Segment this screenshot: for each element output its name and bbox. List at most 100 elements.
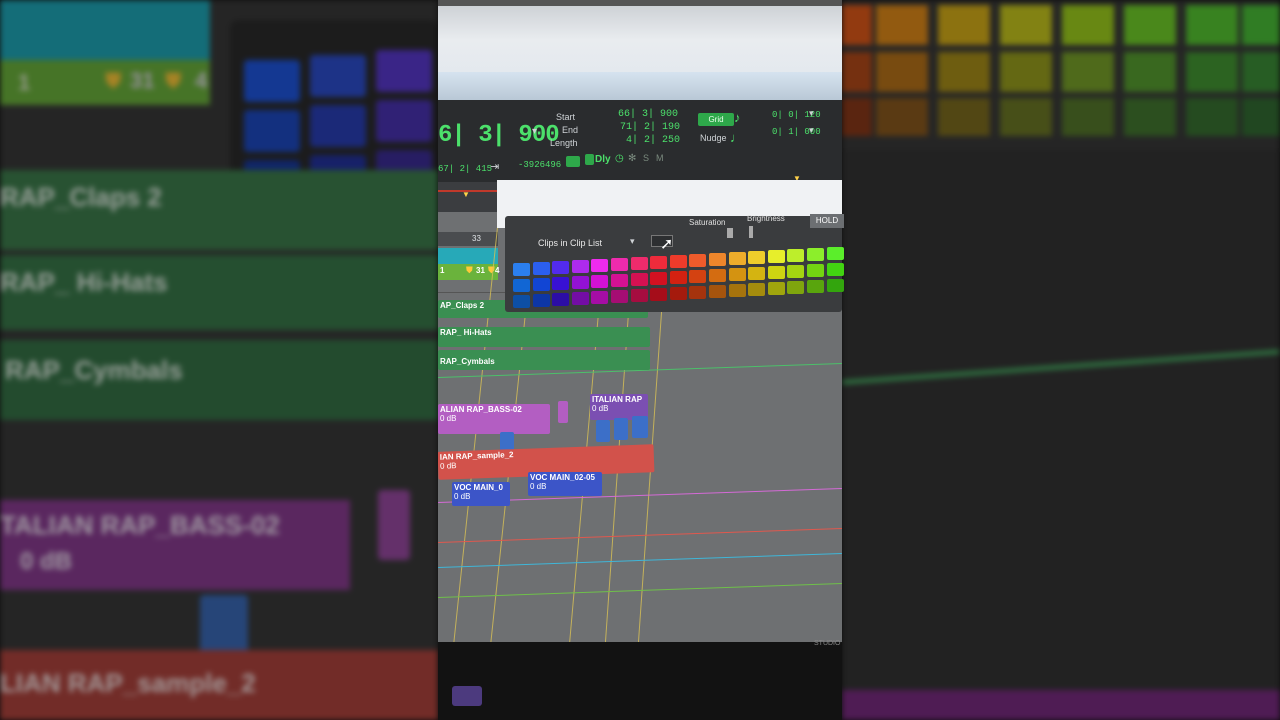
color-swatch[interactable] bbox=[591, 275, 609, 288]
clock-icon[interactable]: ◷ bbox=[615, 153, 624, 164]
marker-icon[interactable]: ▼ bbox=[462, 190, 470, 199]
counter-panel: 6| 3| 900 ▾ 67| 2| 415 ⇥ -3926496 Start … bbox=[438, 100, 842, 182]
sub-counter: 67| 2| 415 bbox=[438, 164, 493, 174]
studio-label: STUDIO bbox=[814, 640, 841, 647]
brightness-slider[interactable] bbox=[749, 226, 753, 238]
color-swatch[interactable] bbox=[611, 274, 628, 287]
color-swatch[interactable] bbox=[650, 272, 668, 285]
color-swatch[interactable] bbox=[787, 249, 805, 262]
grid-button[interactable]: Grid bbox=[698, 113, 734, 126]
end-value[interactable]: 71| 2| 190 bbox=[620, 122, 680, 133]
daw-screen: 6| 3| 900 ▾ 67| 2| 415 ⇥ -3926496 Start … bbox=[438, 0, 842, 720]
end-label: End bbox=[562, 125, 579, 135]
color-swatch[interactable] bbox=[728, 252, 746, 265]
color-swatch[interactable] bbox=[826, 279, 844, 292]
color-swatch[interactable] bbox=[630, 289, 648, 302]
gear-icon[interactable]: ✻ bbox=[628, 153, 636, 164]
color-swatch[interactable] bbox=[709, 285, 726, 298]
color-swatch[interactable] bbox=[807, 264, 824, 277]
color-swatch[interactable] bbox=[767, 250, 785, 263]
color-swatch[interactable] bbox=[807, 280, 824, 293]
color-swatch[interactable] bbox=[709, 253, 726, 266]
pre-roll-icon[interactable] bbox=[585, 154, 594, 165]
color-swatch[interactable] bbox=[787, 265, 805, 278]
color-swatch[interactable] bbox=[552, 277, 570, 290]
color-swatch[interactable] bbox=[689, 254, 707, 267]
clip-blue-small[interactable] bbox=[632, 416, 648, 438]
chevron-down-icon[interactable]: ▾ bbox=[809, 108, 814, 119]
color-swatch[interactable] bbox=[650, 256, 668, 269]
color-swatch[interactable] bbox=[767, 282, 785, 295]
clip-voc-main-0[interactable]: VOC MAIN_0 0 dB bbox=[452, 482, 510, 506]
color-swatch[interactable] bbox=[748, 251, 766, 264]
color-swatch[interactable] bbox=[552, 261, 570, 274]
bottom-bar: STUDIO bbox=[438, 640, 842, 720]
color-swatch[interactable] bbox=[571, 292, 589, 305]
color-swatch[interactable] bbox=[787, 281, 805, 294]
hold-button[interactable]: HOLD bbox=[810, 214, 844, 228]
color-swatch[interactable] bbox=[532, 278, 550, 291]
saturation-slider[interactable] bbox=[727, 228, 733, 238]
dly-label[interactable]: Dly bbox=[595, 154, 611, 165]
length-value[interactable]: 4| 2| 250 bbox=[626, 135, 680, 146]
color-swatch[interactable] bbox=[669, 255, 687, 268]
color-swatch[interactable] bbox=[532, 294, 550, 307]
right-zoomed-background bbox=[842, 0, 1280, 720]
brightness-label: Brightness bbox=[747, 214, 785, 223]
clip-bass-small[interactable] bbox=[558, 401, 568, 423]
chevron-down-icon[interactable]: ▾ bbox=[532, 126, 537, 137]
clip-blue-small[interactable] bbox=[596, 420, 610, 442]
color-swatch[interactable] bbox=[532, 262, 550, 275]
note-icon: ♩ bbox=[730, 130, 743, 145]
clip-blue-small[interactable] bbox=[614, 418, 628, 440]
color-swatch[interactable] bbox=[748, 283, 766, 296]
solo-button[interactable]: S bbox=[643, 153, 649, 163]
color-swatch[interactable] bbox=[591, 291, 609, 304]
color-swatch[interactable] bbox=[571, 260, 589, 273]
mute-button[interactable]: M bbox=[656, 153, 664, 163]
color-swatch[interactable] bbox=[611, 290, 628, 303]
chevron-down-icon[interactable]: ▾ bbox=[809, 125, 814, 136]
clip-bass[interactable]: ALIAN RAP_BASS-02 0 dB bbox=[438, 404, 550, 434]
color-swatch[interactable] bbox=[826, 247, 844, 260]
sample-readout: -3926496 bbox=[518, 160, 562, 170]
color-swatch[interactable] bbox=[728, 284, 746, 297]
saturation-label: Saturation bbox=[689, 218, 726, 227]
color-swatch[interactable] bbox=[630, 257, 648, 270]
color-swatch[interactable] bbox=[689, 286, 707, 299]
clip-voc-main-02[interactable]: VOC MAIN_02-05 0 dB bbox=[528, 472, 602, 496]
color-swatch[interactable] bbox=[807, 248, 824, 261]
nudge-label[interactable]: Nudge bbox=[700, 133, 727, 143]
color-source-dropdown[interactable]: Clips in Clip List bbox=[538, 238, 602, 248]
dock-app-icon[interactable] bbox=[452, 686, 482, 706]
link-icon[interactable] bbox=[566, 156, 580, 167]
color-swatch[interactable] bbox=[728, 268, 746, 281]
clip-color-popup: Clips in Clip List ▾ ➚ Saturation Bright… bbox=[497, 180, 844, 312]
color-swatch[interactable] bbox=[748, 267, 766, 280]
cursor-icon: ➚ bbox=[660, 236, 674, 253]
color-swatch[interactable] bbox=[767, 266, 785, 279]
color-swatch[interactable] bbox=[513, 279, 530, 292]
color-swatch[interactable] bbox=[630, 273, 648, 286]
color-swatch[interactable] bbox=[709, 269, 726, 282]
bar-number: 33 bbox=[472, 234, 481, 243]
shield-icon: ⛊ bbox=[466, 265, 473, 275]
chevron-down-icon[interactable]: ▾ bbox=[630, 236, 635, 247]
color-swatch[interactable] bbox=[826, 263, 844, 276]
clip-hihats[interactable]: RAP_ Hi-Hats bbox=[438, 327, 650, 347]
color-swatch[interactable] bbox=[513, 263, 530, 276]
color-swatch[interactable] bbox=[591, 259, 609, 272]
start-value[interactable]: 66| 3| 900 bbox=[618, 109, 678, 120]
color-swatch[interactable] bbox=[552, 293, 570, 306]
color-swatch[interactable] bbox=[689, 270, 707, 283]
start-label: Start bbox=[556, 112, 576, 122]
clip-cymbals[interactable]: RAP_Cymbals bbox=[438, 350, 650, 370]
main-counter[interactable]: 6| 3| 900 bbox=[438, 122, 560, 149]
color-swatch[interactable] bbox=[669, 287, 687, 300]
length-label: Length bbox=[550, 138, 578, 148]
color-swatch[interactable] bbox=[650, 288, 668, 301]
color-swatch[interactable] bbox=[611, 258, 628, 271]
color-swatch[interactable] bbox=[571, 276, 589, 289]
color-swatch[interactable] bbox=[669, 271, 687, 284]
color-swatch[interactable] bbox=[513, 295, 530, 308]
